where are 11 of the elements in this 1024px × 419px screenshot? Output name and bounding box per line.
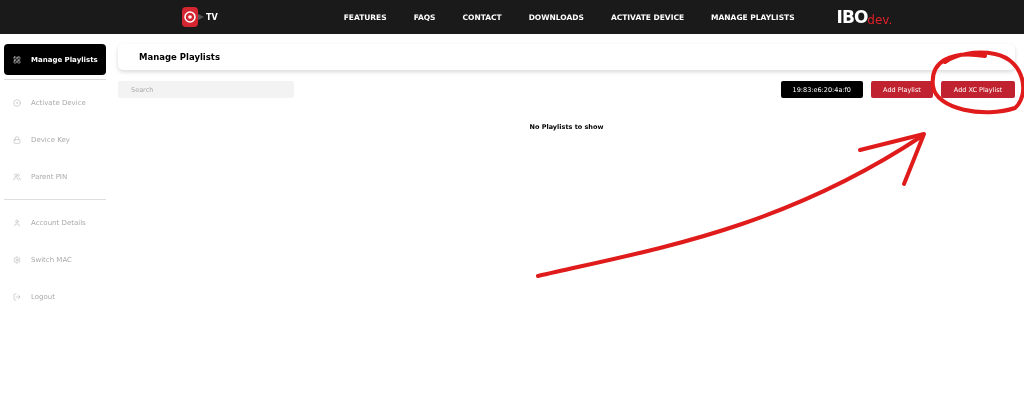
circle-icon xyxy=(13,98,21,107)
logo-text: TV xyxy=(206,12,218,22)
settings-icon xyxy=(13,255,21,264)
logout-icon xyxy=(13,292,21,301)
logo-icon xyxy=(182,6,204,28)
lock-icon xyxy=(13,135,21,144)
grid-icon xyxy=(13,55,21,64)
page-title: Manage Playlists xyxy=(139,52,220,62)
user-icon xyxy=(13,218,21,227)
users-icon xyxy=(13,172,21,181)
brand-logo: IBOdev. xyxy=(836,7,893,27)
